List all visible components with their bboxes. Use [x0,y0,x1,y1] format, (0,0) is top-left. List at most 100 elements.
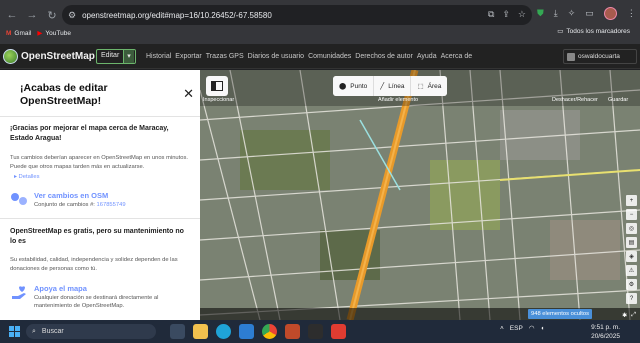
add-point-button[interactable]: ⬤ Punto [333,76,374,96]
user-menu[interactable]: oswaldocuarta [563,49,637,64]
view-changes-link[interactable]: Ver cambios en OSM [34,191,126,201]
changeset-icon [11,193,27,205]
free-heading: OpenStreetMap es gratis, pero su manteni… [10,228,184,245]
details-link[interactable]: ▸ Detalles [14,173,192,182]
view-changes-row[interactable]: Ver cambios en OSM Conjunto de cambios #… [10,191,190,209]
store-icon[interactable] [239,324,254,339]
chevron-up-icon[interactable]: ˄ [500,325,504,332]
edit-dropdown-button[interactable]: Editar ▾ [96,49,136,64]
url-text[interactable]: openstreetmap.org/edit#map=16/10.26452/-… [82,11,272,20]
nav-user-diaries[interactable]: Diarios de usuario [248,53,304,60]
thanks-text: Tus cambios deberían aparecer en OpenStr… [10,155,188,170]
map-controls: + − ◎ ▤ ◈ ⚠ ⚙ ? [626,195,637,304]
taskbar-apps [170,324,346,339]
menu-kebab-icon[interactable]: ⋮ [627,8,636,19]
profile-avatar[interactable] [603,7,617,20]
add-line-button[interactable]: ╱ Línea [374,76,411,96]
youtube-icon: ▶ [37,30,43,37]
free-text: Su estabilidad, calidad, independencia y… [10,257,178,272]
video-app-icon[interactable] [308,324,323,339]
extensions-icon[interactable]: ✧ [568,8,576,19]
zoom-out-icon[interactable]: − [626,209,637,220]
thanks-heading: ¡Gracias por mejorar el mapa cerca de Ma… [10,125,169,142]
nav-copyright[interactable]: Derechos de autor [355,53,413,60]
user-avatar [567,52,575,61]
zoom-in-icon[interactable]: + [626,195,637,206]
chevron-down-icon[interactable]: ▾ [124,50,134,63]
windows-taskbar: ⌕ Buscar ˄ ESP ◠ ◖ 9:51 p. m. 20/6/2025 [0,320,640,343]
reload-icon[interactable]: ↻ [44,7,60,23]
all-bookmarks[interactable]: ▭ Todos los marcadores [557,27,630,36]
taskbar-search[interactable]: ⌕ Buscar [26,324,156,339]
nav-gps-traces[interactable]: Trazas GPS [206,53,244,60]
site-info-icon[interactable]: ⚙ [68,10,76,21]
inspect-label: Inspeccionar [203,97,235,103]
forward-icon[interactable]: → [24,7,40,23]
hidden-elements-badge[interactable]: 948 elementos ocultos [528,309,593,319]
sidepanel-icon[interactable]: ▭ [585,8,594,19]
install-app-icon[interactable]: ⧉ [488,9,494,20]
bookmarks-bar: M Gmail ▶ YouTube ▭ Todos los marcadores [0,26,640,40]
donate-hand-icon [12,286,26,299]
changeset-line: Conjunto de cambios #: 167855749 [34,202,126,208]
osm-title[interactable]: OpenStreetMap [21,51,95,62]
close-icon[interactable]: ✕ [183,86,194,102]
preferences-icon[interactable]: ⚙ [626,279,637,290]
windows-start-icon[interactable] [9,326,20,337]
edge-icon[interactable] [216,324,231,339]
save-label[interactable]: Guardar [608,97,628,103]
share-icon[interactable]: ⇪ [502,9,510,20]
wifi-icon[interactable]: ◠ [529,324,535,332]
nav-history[interactable]: Historial [146,53,171,60]
extensions-area: ⛊ ⤓ ✧ ▭ ⋮ [537,7,636,20]
lang-indicator[interactable]: ESP [510,325,523,332]
volume-icon[interactable]: ◖ [540,325,544,332]
system-tray: ˄ ESP ◠ ◖ [500,324,544,333]
divider [0,116,200,117]
game-icon[interactable] [285,324,300,339]
osm-logo-icon[interactable] [3,49,18,64]
add-mode-group: ⬤ Punto ╱ Línea ⬚ Área [333,76,448,96]
expand-icon[interactable]: ⤢ [631,312,636,319]
sidebar-toggle-icon [211,81,223,91]
nav-about[interactable]: Acerca de [441,53,473,60]
taskbar-clock[interactable]: 9:51 p. m. 20/6/2025 [580,323,620,341]
success-sidebar: ¡Acabas de editar OpenStreetMap! ✕ ¡Grac… [0,70,200,320]
divider [0,218,200,219]
file-explorer-icon[interactable] [193,324,208,339]
issues-icon[interactable]: ⚠ [626,265,637,276]
bookmark-youtube[interactable]: ▶ YouTube [37,29,71,38]
undo-redo-label[interactable]: Deshacer/Rehacer [552,97,598,103]
geolocate-icon[interactable]: ◎ [626,223,637,234]
support-row[interactable]: Apoya el mapa Cualquier donación se dest… [10,284,190,310]
bookmark-star-icon[interactable]: ☆ [518,9,526,20]
search-icon: ⌕ [32,327,36,335]
map-canvas[interactable]: Inspeccionar ⬤ Punto ╱ Línea ⬚ Área Añad… [200,70,640,320]
back-icon[interactable]: ← [4,7,20,23]
chevron-right-icon: ▸ [14,174,17,180]
widgets-icon[interactable] [170,324,185,339]
help-icon[interactable]: ? [626,293,637,304]
sidebar-title: ¡Acabas de editar OpenStreetMap! [20,82,108,107]
gmail-icon: M [6,29,12,37]
chrome-icon[interactable] [262,324,277,339]
inspect-button[interactable] [206,76,228,96]
url-actions: ⧉ ⇪ ☆ [488,9,526,20]
url-bar[interactable]: ⚙ openstreetmap.org/edit#map=16/10.26452… [62,5,532,25]
nav-communities[interactable]: Comunidades [308,53,351,60]
add-area-button[interactable]: ⬚ Área [411,76,448,96]
support-link[interactable]: Apoya el mapa [34,284,190,294]
map-footer-icons: ✱ ⤢ [622,312,636,319]
shield-extension-icon[interactable]: ⛊ [537,8,544,19]
wps-office-icon[interactable] [331,324,346,339]
changeset-id-link[interactable]: 167855749 [97,202,126,208]
nav-help[interactable]: Ayuda [417,53,437,60]
satellite-map-image[interactable] [200,70,640,320]
bug-icon[interactable]: ✱ [622,312,627,319]
background-layers-icon[interactable]: ▤ [626,237,637,248]
bookmark-gmail[interactable]: M Gmail [6,30,31,37]
map-data-icon[interactable]: ◈ [626,251,637,262]
nav-export[interactable]: Exportar [175,53,201,60]
download-icon[interactable]: ⤓ [554,8,558,19]
line-icon: ╱ [380,83,385,90]
